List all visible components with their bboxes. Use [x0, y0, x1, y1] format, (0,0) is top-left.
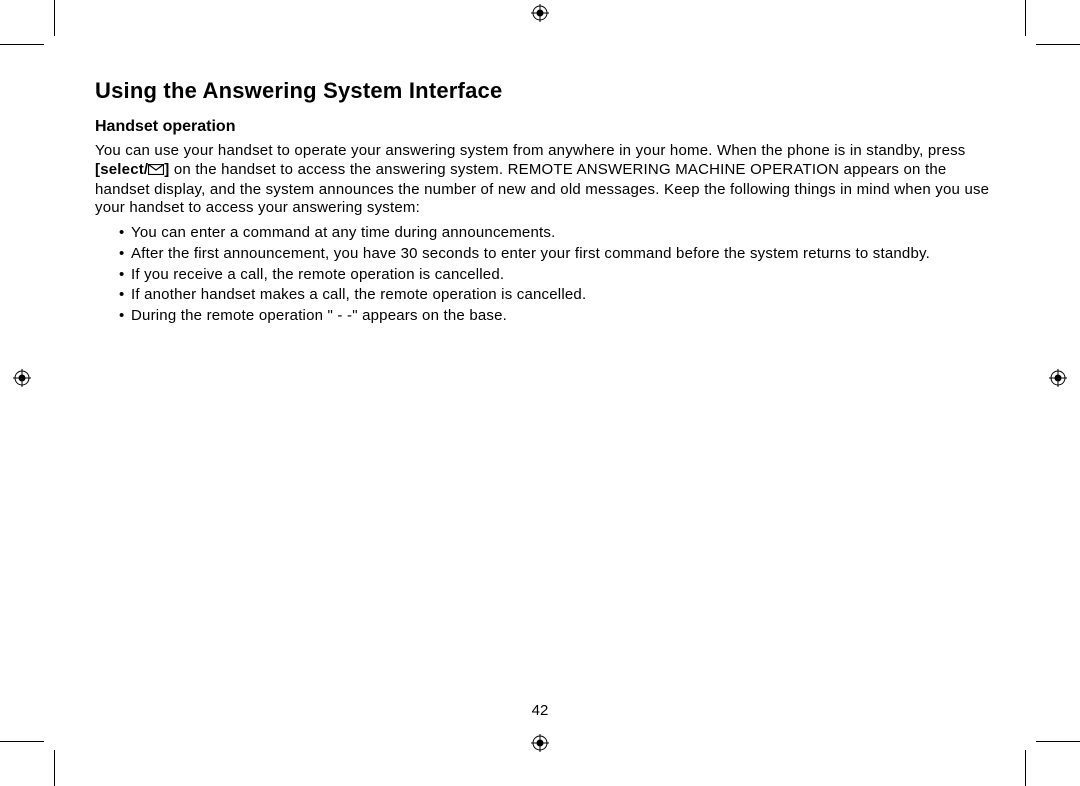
list-item: If another handset makes a call, the rem… — [119, 286, 995, 305]
crop-mark — [54, 0, 55, 36]
crop-mark — [1025, 750, 1026, 786]
crop-mark — [0, 44, 44, 45]
section-title: Using the Answering System Interface — [95, 78, 995, 104]
select-key-prefix: [select/ — [95, 161, 148, 178]
registration-mark-right — [1049, 369, 1067, 387]
para-text-before: You can use your handset to operate your… — [95, 142, 966, 159]
page-number: 42 — [0, 702, 1080, 719]
crop-mark — [1036, 741, 1080, 742]
subsection-title: Handset operation — [95, 118, 995, 136]
crop-mark — [54, 750, 55, 786]
envelope-icon — [148, 162, 164, 181]
para-text-after: on the handset to access the answering s… — [95, 161, 989, 217]
page-content: Using the Answering System Interface Han… — [95, 78, 995, 328]
registration-mark-top — [531, 4, 549, 22]
crop-mark — [1025, 0, 1026, 36]
registration-mark-bottom — [531, 734, 549, 752]
intro-paragraph: You can use your handset to operate your… — [95, 142, 995, 218]
crop-mark — [0, 741, 44, 742]
select-key-label: [select/] — [95, 161, 170, 178]
list-item: During the remote operation " - -" appea… — [119, 307, 995, 326]
list-item: If you receive a call, the remote operat… — [119, 266, 995, 285]
registration-mark-left — [13, 369, 31, 387]
crop-mark — [1036, 44, 1080, 45]
list-item: After the first announcement, you have 3… — [119, 245, 995, 264]
bullet-list: You can enter a command at any time duri… — [95, 224, 995, 326]
list-item: You can enter a command at any time duri… — [119, 224, 995, 243]
